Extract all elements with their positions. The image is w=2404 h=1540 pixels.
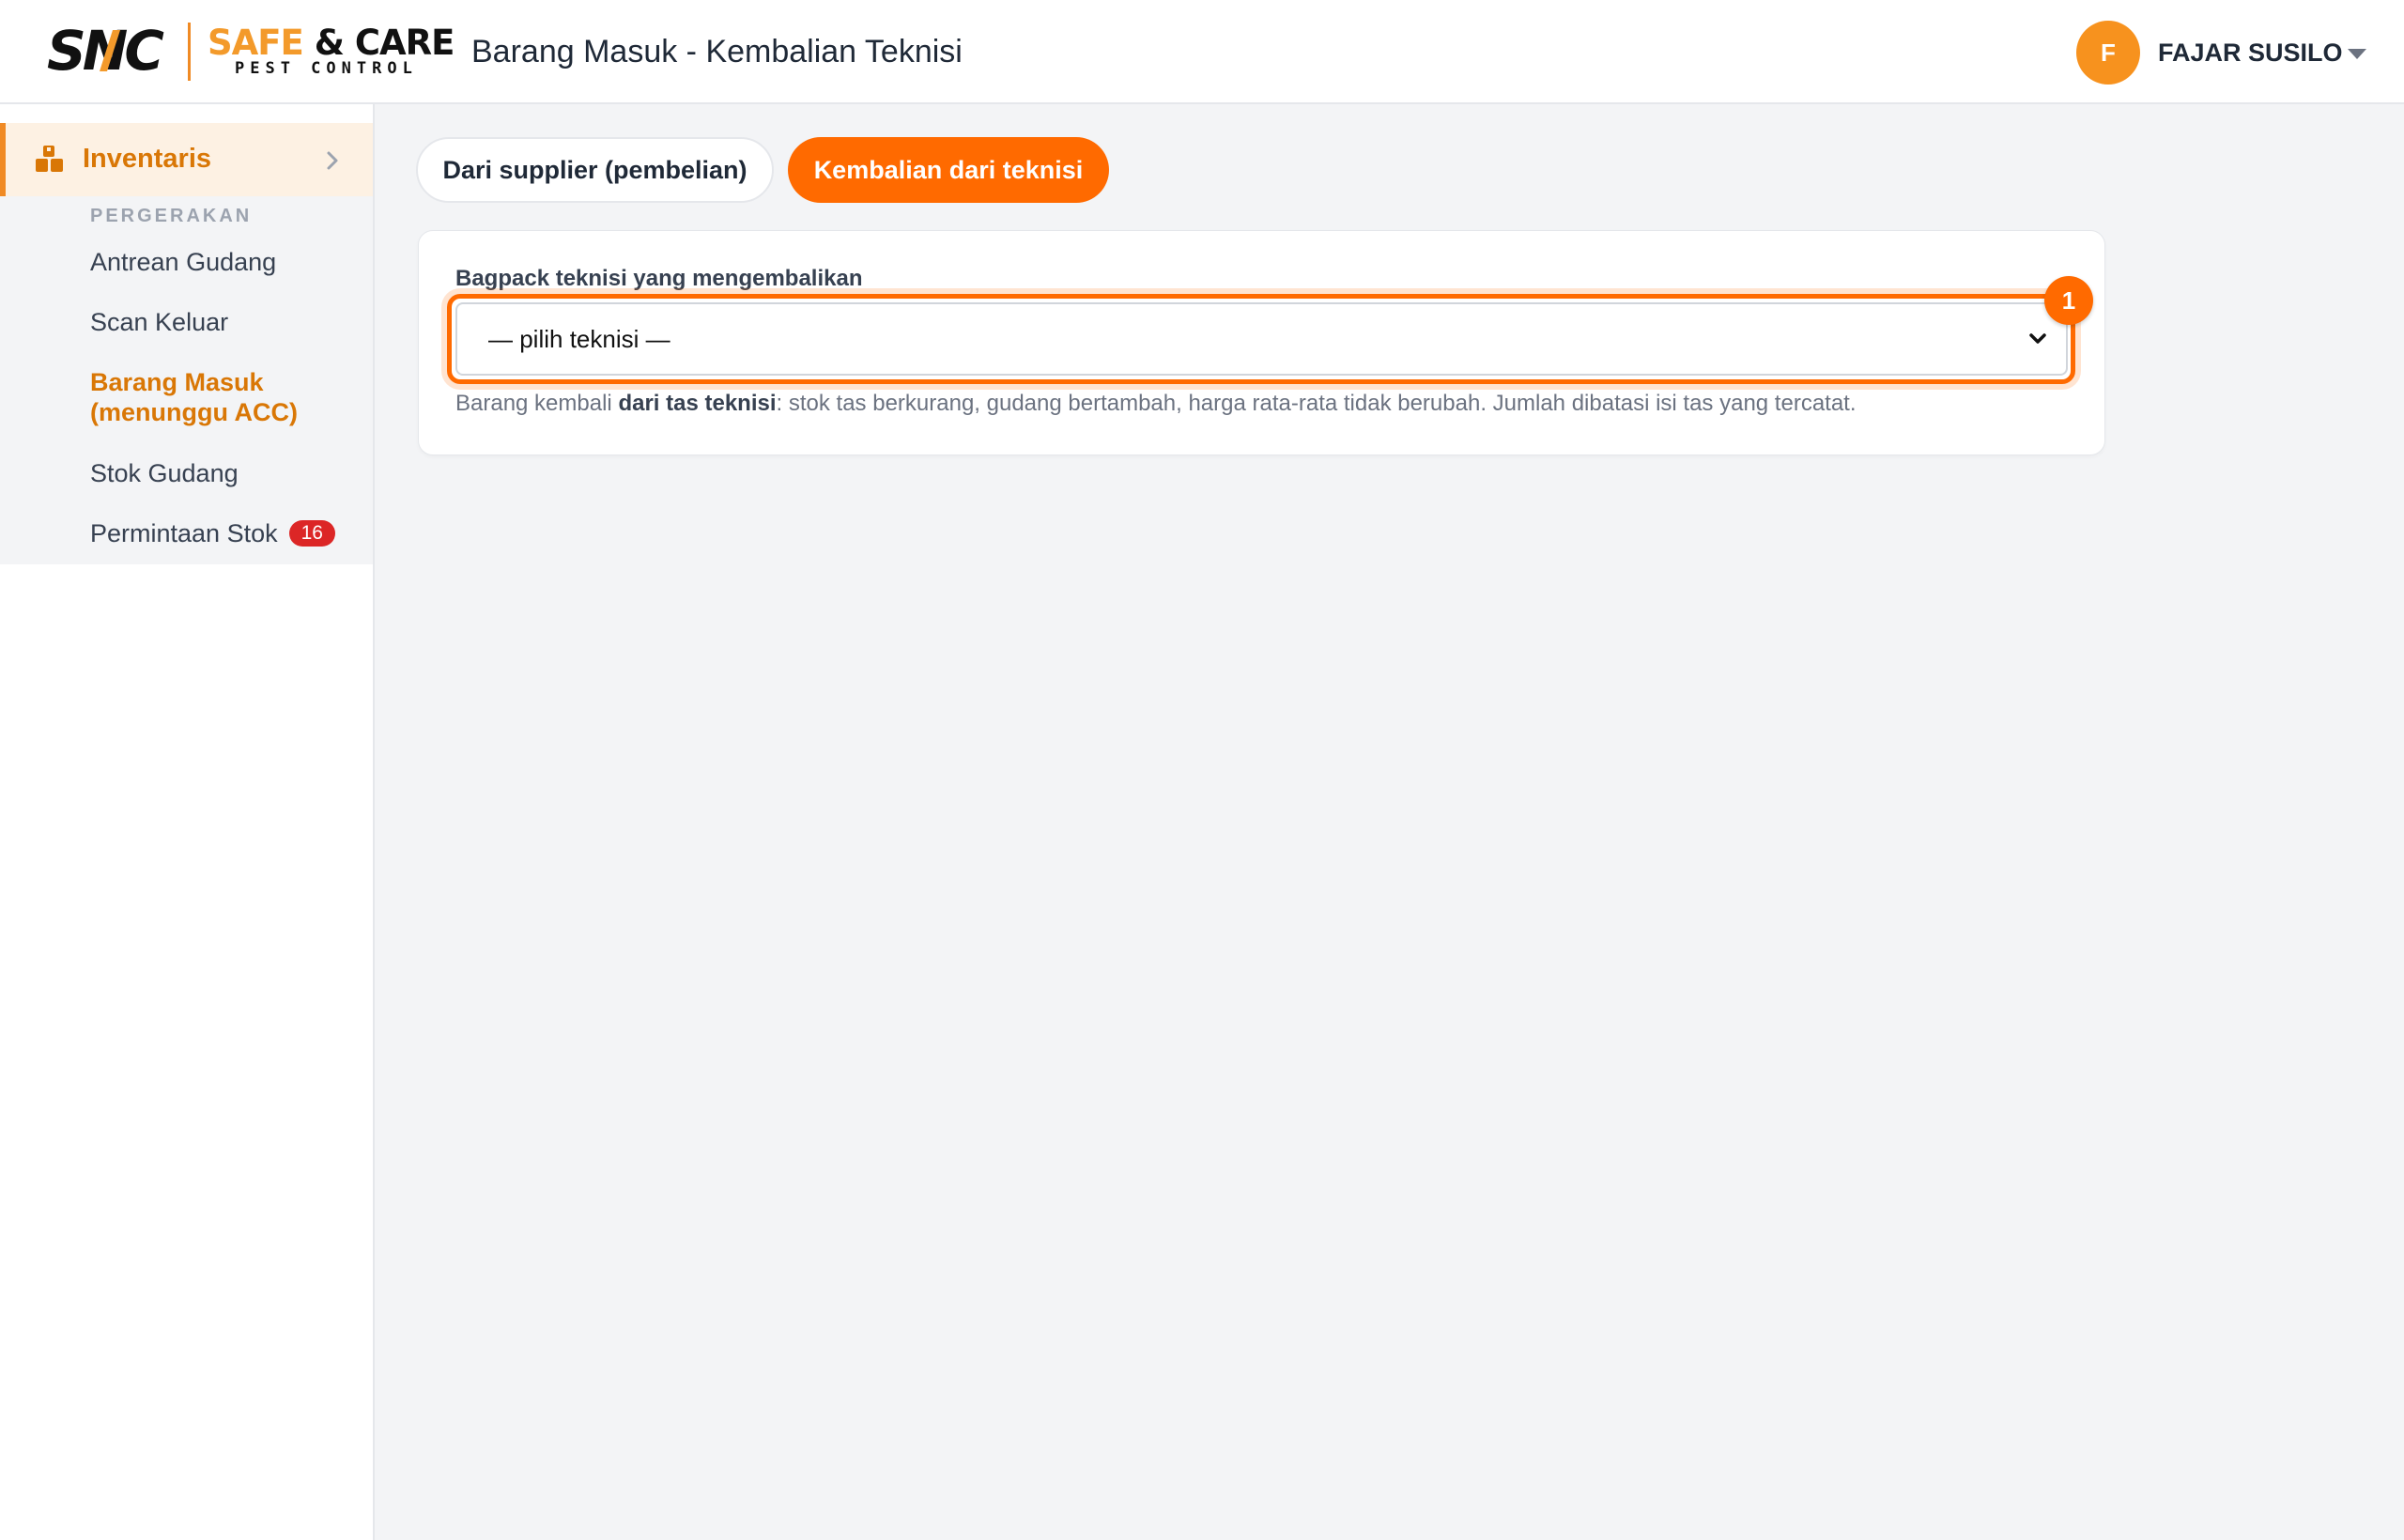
svg-text:SNC: SNC [47,21,163,81]
snc-logo: SNC [47,21,167,81]
technician-select[interactable]: — pilih teknisi — [455,302,2068,376]
top-header: SNC SAFE & CARE PEST CONTROL Barang Masu… [0,0,2404,104]
sidebar-item-stok-gudang[interactable]: Stok Gudang [90,458,239,488]
sidebar-item-permintaan-stok[interactable]: Permintaan Stok 16 [90,518,335,548]
boxes-icon [36,146,63,172]
count-badge: 16 [288,520,335,547]
tab-kembalian-teknisi[interactable]: Kembalian dari teknisi [788,137,1109,203]
user-avatar[interactable]: F [2076,21,2140,85]
help-text: Barang kembali dari tas teknisi: stok ta… [455,391,1857,416]
chevron-down-icon [2029,333,2046,344]
tab-dari-supplier[interactable]: Dari supplier (pembelian) [416,137,774,203]
sidebar-item-label: Barang Masuk [90,368,264,396]
sidebar-item-antrean-gudang[interactable]: Antrean Gudang [90,247,276,277]
brand-logo-subtitle: PEST CONTROL [235,59,418,78]
sidebar-item-label-secondary: (menunggu ACC) [90,398,298,426]
sidebar: Inventaris PERGERAKAN Antrean Gudang Sca… [0,104,375,1540]
page-title: Barang Masuk - Kembalian Teknisi [471,34,963,69]
sidebar-item-inventaris[interactable]: Inventaris [0,123,373,196]
logo-divider [188,23,191,81]
sidebar-item-label: Inventaris [83,144,211,174]
caret-down-icon[interactable] [2348,49,2366,59]
step-marker-badge: 1 [2044,276,2093,325]
sidebar-item-barang-masuk[interactable]: Barang Masuk (menunggu ACC) [90,367,298,427]
technician-select-value: — pilih teknisi — [488,325,670,353]
section-label-pergerakan: PERGERAKAN [90,206,253,226]
sidebar-item-scan-keluar[interactable]: Scan Keluar [90,307,228,337]
brand-logo-text: SAFE & CARE [208,23,455,63]
chevron-right-icon [327,151,338,170]
sidebar-item-label: Permintaan Stok [90,519,278,547]
user-name[interactable]: FAJAR SUSILO [2158,38,2343,68]
technician-bag-label: Bagpack teknisi yang mengembalikan [455,266,863,291]
